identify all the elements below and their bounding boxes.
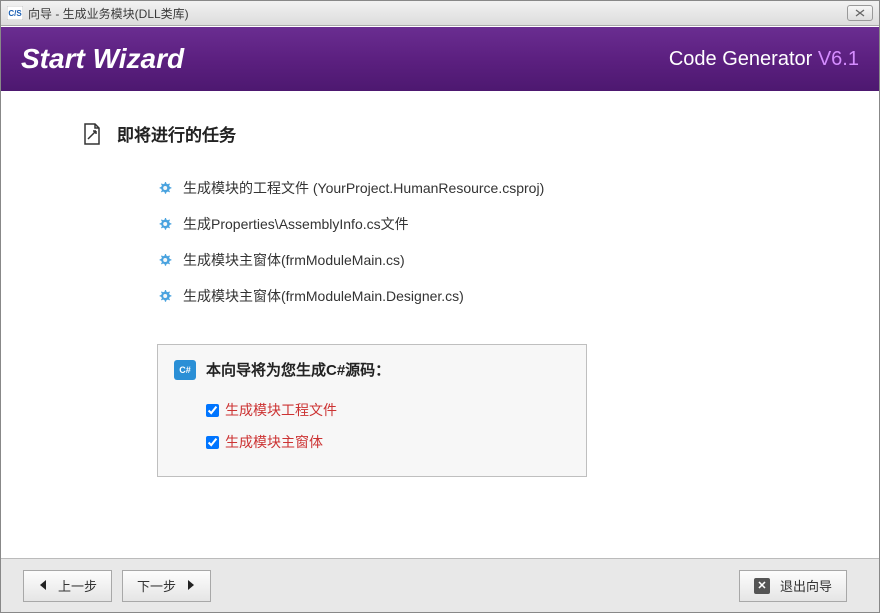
exit-icon: ✕: [754, 578, 770, 594]
info-box: C# 本向导将为您生成C#源码： 生成模块工程文件 生成模块主窗体: [157, 344, 587, 477]
window-title: 向导 - 生成业务模块(DLL类库): [28, 5, 847, 22]
section-title: 即将进行的任务: [117, 121, 236, 146]
check-label: 生成模块主窗体: [225, 432, 323, 452]
csharp-icon: C#: [174, 360, 196, 380]
next-label: 下一步: [137, 576, 176, 595]
task-text: 生成模块的工程文件 (YourProject.HumanResource.csp…: [183, 178, 544, 198]
next-button[interactable]: 下一步: [122, 570, 211, 602]
task-text: 生成模块主窗体(frmModuleMain.Designer.cs): [183, 286, 464, 306]
exit-label: 退出向导: [780, 576, 832, 595]
info-head: C# 本向导将为您生成C#源码：: [174, 359, 570, 380]
check-label: 生成模块工程文件: [225, 400, 337, 420]
task-item: 生成模块的工程文件 (YourProject.HumanResource.csp…: [157, 170, 819, 206]
task-list: 生成模块的工程文件 (YourProject.HumanResource.csp…: [157, 170, 819, 314]
gear-icon: [157, 288, 173, 304]
product-version: V6.1: [818, 48, 859, 70]
banner-product: Code Generator V6.1: [669, 48, 859, 71]
task-text: 生成Properties\AssemblyInfo.cs文件: [183, 214, 409, 234]
document-arrow-icon: [81, 122, 103, 146]
section-heading: 即将进行的任务: [81, 121, 819, 146]
checkbox-gen-mainform[interactable]: [206, 436, 219, 449]
check-item: 生成模块工程文件: [206, 394, 570, 426]
product-name: Code Generator: [669, 48, 818, 70]
arrow-left-icon: [38, 578, 48, 594]
close-button[interactable]: [847, 5, 873, 21]
task-item: 生成模块主窗体(frmModuleMain.cs): [157, 242, 819, 278]
task-text: 生成模块主窗体(frmModuleMain.cs): [183, 250, 405, 270]
gear-icon: [157, 252, 173, 268]
wizard-window: C/S 向导 - 生成业务模块(DLL类库) Start Wizard Code…: [0, 0, 880, 613]
banner-title: Start Wizard: [21, 43, 669, 75]
task-item: 生成模块主窗体(frmModuleMain.Designer.cs): [157, 278, 819, 314]
task-item: 生成Properties\AssemblyInfo.cs文件: [157, 206, 819, 242]
close-icon: [855, 9, 865, 17]
exit-button[interactable]: ✕ 退出向导: [739, 570, 847, 602]
checkbox-gen-project[interactable]: [206, 404, 219, 417]
arrow-right-icon: [186, 578, 196, 594]
header-banner: Start Wizard Code Generator V6.1: [1, 26, 879, 91]
info-title: 本向导将为您生成C#源码：: [206, 359, 390, 380]
gear-icon: [157, 180, 173, 196]
prev-label: 上一步: [58, 576, 97, 595]
check-item: 生成模块主窗体: [206, 426, 570, 458]
svg-text:C/S: C/S: [8, 9, 22, 18]
prev-button[interactable]: 上一步: [23, 570, 112, 602]
app-icon: C/S: [7, 6, 23, 20]
gear-icon: [157, 216, 173, 232]
titlebar: C/S 向导 - 生成业务模块(DLL类库): [1, 1, 879, 26]
footer-bar: 上一步 下一步 ✕ 退出向导: [1, 558, 879, 612]
content-area: 即将进行的任务 生成模块的工程文件 (YourProject.HumanReso…: [1, 91, 879, 558]
